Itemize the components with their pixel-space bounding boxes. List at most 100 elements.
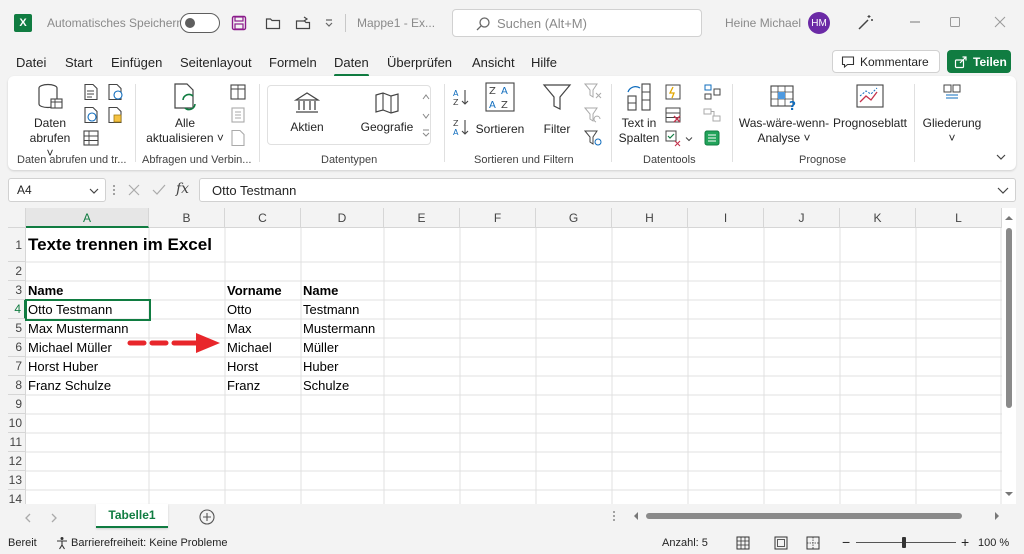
page-layout-icon[interactable] bbox=[774, 536, 788, 550]
row-header-11[interactable]: 11 bbox=[8, 433, 26, 452]
edit-links-icon[interactable] bbox=[229, 129, 247, 147]
chevron-down-icon[interactable] bbox=[685, 135, 693, 143]
confirm-icon[interactable] bbox=[152, 184, 166, 196]
cell-a3[interactable]: Name bbox=[26, 281, 63, 300]
cell-c7[interactable]: Horst bbox=[225, 357, 258, 376]
tab-seitenlayout[interactable]: Seitenlayout bbox=[180, 55, 252, 70]
maximize-icon[interactable] bbox=[945, 12, 965, 32]
page-break-view-icon[interactable] bbox=[806, 536, 820, 550]
open-folder-icon[interactable] bbox=[264, 14, 282, 32]
tab-split-grip-icon[interactable] bbox=[612, 510, 616, 522]
reapply-filter-icon[interactable] bbox=[584, 106, 602, 124]
close-icon[interactable] bbox=[990, 12, 1010, 32]
get-data-button[interactable]: Daten abrufen ˅ bbox=[26, 82, 74, 161]
recent-sources-icon[interactable] bbox=[106, 83, 124, 101]
scroll-down-icon[interactable] bbox=[1005, 490, 1013, 498]
zoom-slider[interactable] bbox=[856, 542, 956, 543]
column-header-g[interactable]: G bbox=[536, 208, 612, 228]
scroll-up-icon[interactable] bbox=[1005, 214, 1013, 222]
tab-hilfe[interactable]: Hilfe bbox=[531, 55, 557, 70]
flash-fill-icon[interactable] bbox=[664, 83, 682, 101]
properties-icon[interactable] bbox=[229, 106, 247, 124]
data-model-icon[interactable] bbox=[703, 129, 721, 147]
row-header-7[interactable]: 7 bbox=[8, 357, 26, 376]
filter-button[interactable]: Filter bbox=[536, 82, 578, 137]
cell-a7[interactable]: Horst Huber bbox=[26, 357, 98, 376]
column-header-a[interactable]: A bbox=[26, 208, 149, 228]
data-validation-icon[interactable] bbox=[664, 129, 682, 147]
cell-d6[interactable]: Müller bbox=[301, 338, 338, 357]
datatypes-scroll-icon[interactable] bbox=[421, 90, 431, 138]
scroll-right-icon[interactable] bbox=[993, 512, 1001, 520]
cell-c4[interactable]: Otto bbox=[225, 300, 252, 319]
accessibility-status[interactable]: Barrierefreiheit: Keine Probleme bbox=[71, 537, 228, 549]
from-table-icon[interactable] bbox=[82, 129, 100, 147]
tab-ueberpruefen[interactable]: Überprüfen bbox=[387, 55, 452, 70]
expand-formula-bar-icon[interactable] bbox=[997, 187, 1009, 195]
comments-button[interactable]: Kommentare bbox=[832, 50, 940, 73]
save-icon[interactable] bbox=[230, 14, 248, 32]
sort-button[interactable]: ZAAZ Sortieren bbox=[474, 82, 526, 137]
row-header-4[interactable]: 4 bbox=[8, 300, 26, 319]
column-header-c[interactable]: C bbox=[225, 208, 301, 228]
zoom-in-button[interactable]: + bbox=[961, 534, 969, 550]
relationships-icon[interactable] bbox=[703, 106, 721, 124]
magic-wand-icon[interactable] bbox=[855, 13, 875, 33]
sort-descending-icon[interactable]: ZA bbox=[452, 118, 470, 136]
vertical-scrollbar[interactable] bbox=[1002, 208, 1016, 504]
cell-a6[interactable]: Michael Müller bbox=[26, 338, 112, 357]
tab-start[interactable]: Start bbox=[65, 55, 92, 70]
cell-d5[interactable]: Mustermann bbox=[301, 319, 375, 338]
cell-a1[interactable]: Texte trennen im Excel bbox=[26, 228, 212, 262]
cell-d4[interactable]: Testmann bbox=[301, 300, 359, 319]
row-header-2[interactable]: 2 bbox=[8, 262, 26, 281]
horizontal-scroll-thumb[interactable] bbox=[646, 513, 962, 519]
user-name[interactable]: Heine Michael bbox=[725, 16, 801, 30]
clear-filter-icon[interactable] bbox=[584, 82, 602, 100]
row-header-8[interactable]: 8 bbox=[8, 376, 26, 395]
row-header-12[interactable]: 12 bbox=[8, 452, 26, 471]
vertical-scroll-thumb[interactable] bbox=[1006, 228, 1012, 408]
minimize-icon[interactable] bbox=[905, 12, 925, 32]
column-header-k[interactable]: K bbox=[840, 208, 916, 228]
row-header-14[interactable]: 14 bbox=[8, 490, 26, 504]
send-icon[interactable] bbox=[294, 14, 312, 32]
cell-a8[interactable]: Franz Schulze bbox=[26, 376, 111, 395]
what-if-analysis-button[interactable]: ? Was-wäre-wenn- Analyse ˅ bbox=[736, 82, 832, 146]
cell-d8[interactable]: Schulze bbox=[301, 376, 349, 395]
zoom-out-button[interactable]: − bbox=[842, 534, 850, 550]
from-web-icon[interactable] bbox=[82, 106, 100, 124]
column-header-d[interactable]: D bbox=[301, 208, 384, 228]
consolidate-icon[interactable] bbox=[703, 83, 721, 101]
from-text-icon[interactable] bbox=[82, 83, 100, 101]
row-header-1[interactable]: 1 bbox=[8, 228, 26, 262]
scroll-left-icon[interactable] bbox=[632, 512, 640, 520]
insert-function-icon[interactable]: fx bbox=[176, 181, 189, 197]
remove-duplicates-icon[interactable] bbox=[664, 106, 682, 124]
collapse-ribbon-icon[interactable] bbox=[995, 152, 1007, 162]
row-header-3[interactable]: 3 bbox=[8, 281, 26, 300]
next-sheet-icon[interactable] bbox=[50, 513, 58, 523]
autosave-toggle[interactable] bbox=[180, 13, 220, 33]
name-box[interactable]: A4 bbox=[8, 178, 106, 202]
text-to-columns-button[interactable]: Text in Spalten bbox=[616, 82, 662, 146]
geography-button[interactable]: Geografie bbox=[354, 90, 420, 135]
cell-d7[interactable]: Huber bbox=[301, 357, 338, 376]
column-header-h[interactable]: H bbox=[612, 208, 688, 228]
add-sheet-icon[interactable] bbox=[199, 509, 215, 525]
existing-connections-icon[interactable] bbox=[106, 106, 124, 124]
forecast-sheet-button[interactable]: Prognoseblatt bbox=[832, 82, 908, 131]
refresh-all-button[interactable]: Alle aktualisieren ˅ bbox=[143, 82, 227, 146]
formula-input[interactable]: Otto Testmann bbox=[199, 178, 1016, 202]
cell-a5[interactable]: Max Mustermann bbox=[26, 319, 128, 338]
column-header-i[interactable]: I bbox=[688, 208, 764, 228]
cell-c5[interactable]: Max bbox=[225, 319, 252, 338]
prev-sheet-icon[interactable] bbox=[24, 513, 32, 523]
tab-datei[interactable]: Datei bbox=[16, 55, 46, 70]
zoom-slider-thumb[interactable] bbox=[902, 537, 906, 548]
advanced-filter-icon[interactable] bbox=[584, 129, 602, 147]
tab-formeln[interactable]: Formeln bbox=[269, 55, 317, 70]
avatar[interactable]: HM bbox=[808, 12, 830, 34]
row-header-5[interactable]: 5 bbox=[8, 319, 26, 338]
queries-connections-icon[interactable] bbox=[229, 83, 247, 101]
